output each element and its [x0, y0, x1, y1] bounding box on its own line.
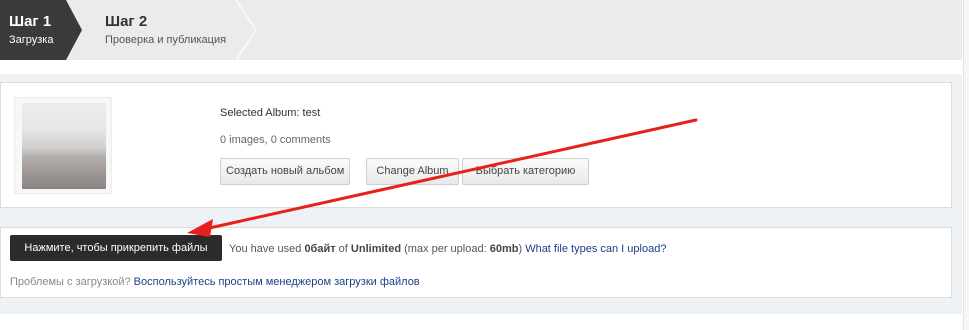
usage-limit: Unlimited	[350, 243, 402, 255]
upload-usage-info: You have used 0байт of Unlimited (max pe…	[229, 243, 666, 255]
steps-bar: Шаг 1 Загрузка Шаг 2 Проверка и публикац…	[0, 0, 962, 60]
album-panel: Selected Album: test 0 images, 0 comment…	[0, 82, 952, 208]
usage-amount: 0байт	[304, 243, 336, 255]
step-2-title: Шаг 2	[105, 13, 148, 30]
step-2-subtitle: Проверка и публикация	[105, 34, 227, 46]
usage-prefix: You have used	[229, 243, 305, 255]
upload-panel: Нажмите, чтобы прикрепить файлы You have…	[0, 227, 952, 298]
select-category-button[interactable]: Выбрать категорию	[462, 158, 589, 185]
usage-of: of	[335, 243, 351, 255]
album-thumbnail-frame	[14, 97, 112, 194]
max-upload-prefix: (max per upload:	[401, 243, 490, 255]
change-album-button[interactable]: Change Album	[366, 158, 459, 185]
album-thumbnail	[22, 103, 106, 189]
step-1-chevron-shape	[0, 0, 82, 60]
step-1-title: Шаг 1	[9, 13, 52, 30]
upload-problems-hint: Проблемы с загрузкой? Воспользуйтесь про…	[10, 276, 420, 288]
step-1-subtitle: Загрузка	[9, 34, 54, 46]
step-2-chevron-divider	[236, 0, 258, 60]
max-upload-value: 60mb	[489, 243, 519, 255]
step-1[interactable]: Шаг 1 Загрузка	[0, 0, 82, 60]
scrollbar-track[interactable]	[963, 0, 969, 330]
album-stats: 0 images, 0 comments	[220, 134, 331, 146]
selected-album-label: Selected Album: test	[220, 107, 321, 119]
problems-text: Проблемы с загрузкой?	[10, 276, 134, 288]
simple-uploader-link[interactable]: Воспользуйтесь простым менеджером загруз…	[134, 276, 420, 288]
attach-files-button[interactable]: Нажмите, чтобы прикрепить файлы	[10, 235, 222, 261]
create-album-button[interactable]: Создать новый альбом	[220, 158, 350, 185]
file-types-link[interactable]: What file types can I upload?	[525, 243, 666, 255]
